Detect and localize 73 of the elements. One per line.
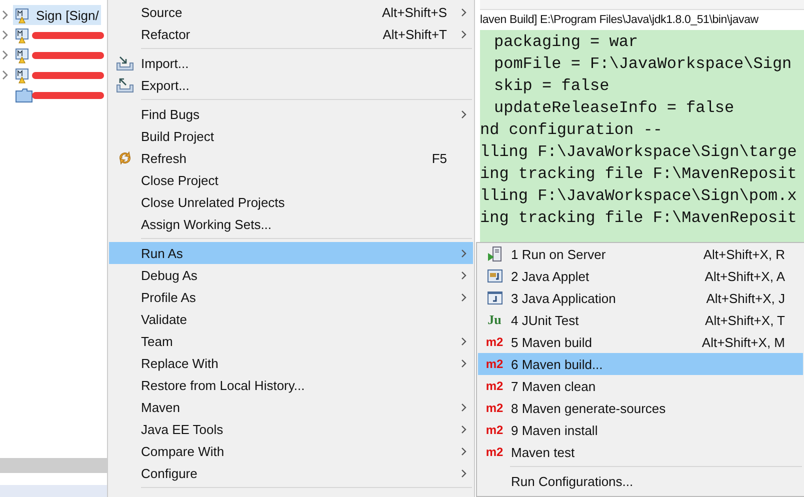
project-tree-item[interactable]: Sign [Sign/ <box>13 5 101 25</box>
refresh-icon <box>117 150 133 166</box>
menu-item[interactable]: Refresh F5 <box>109 147 473 169</box>
console-line: pomFile = F:\JavaWorkspace\Sign <box>493 54 793 75</box>
expand-chevron-icon[interactable] <box>0 50 10 60</box>
menu-item[interactable]: Source Alt+Shift+S <box>109 1 473 23</box>
submenu-chevron-icon <box>461 358 467 368</box>
submenu-chevron-icon <box>461 292 467 302</box>
menu-item[interactable]: Profile As <box>109 286 473 308</box>
import-icon <box>116 55 134 71</box>
menu-item[interactable]: Team <box>109 330 473 352</box>
menu-item[interactable]: Configure <box>109 462 473 484</box>
console-line: lling F:\JavaWorkspace\Sign\pom.x <box>480 186 798 207</box>
console-line: packaging = war <box>493 32 640 53</box>
server-icon <box>486 246 502 262</box>
menu-item[interactable]: m2 7 Maven clean <box>478 375 803 397</box>
junit-icon: Ju <box>488 314 502 326</box>
menu-item[interactable]: m2 6 Maven build... <box>478 353 803 375</box>
console-line: ing tracking file F:\MavenReposit <box>480 208 798 229</box>
menu-item[interactable]: 2 Java Applet Alt+Shift+X, A <box>478 265 803 287</box>
menu-item[interactable]: 1 Run on Server Alt+Shift+X, R <box>478 243 803 265</box>
menu-item[interactable]: Import... <box>109 52 473 74</box>
menu-item[interactable]: m2 9 Maven install <box>478 419 803 441</box>
menu-item[interactable]: Java EE Tools <box>109 418 473 440</box>
console-line: ing tracking file F:\MavenReposit <box>480 164 798 185</box>
submenu-chevron-icon <box>461 8 467 16</box>
export-icon <box>116 77 134 93</box>
menu-item[interactable]: Find Bugs <box>109 103 473 125</box>
menu-item[interactable]: Run As <box>109 242 473 264</box>
menu-item[interactable]: Close Unrelated Projects <box>109 191 473 213</box>
console-line: updateReleaseInfo = false <box>493 98 736 119</box>
submenu-chevron-icon <box>461 110 467 118</box>
menu-item[interactable]: Maven <box>109 396 473 418</box>
maven-icon: m2 <box>486 424 504 436</box>
menu-item[interactable]: Refactor Alt+Shift+T <box>109 23 473 45</box>
menu-item[interactable]: Compare With <box>109 440 473 462</box>
submenu-chevron-icon <box>461 248 467 258</box>
menu-item[interactable]: Assign Working Sets... <box>109 213 473 235</box>
maven-icon: m2 <box>486 402 504 414</box>
menu-item[interactable]: Validate <box>109 308 473 330</box>
submenu-chevron-icon <box>461 270 467 280</box>
menu-item[interactable]: m2 Maven test <box>478 441 803 463</box>
expand-chevron-icon[interactable] <box>0 30 10 40</box>
menu-item[interactable]: Restore from Local History... <box>109 374 473 396</box>
console-line: lling F:\JavaWorkspace\Sign\targe <box>480 142 798 163</box>
submenu-chevron-icon <box>461 30 467 38</box>
menu-item[interactable]: m2 8 Maven generate-sources <box>478 397 803 419</box>
menu-item[interactable]: Run Configurations... <box>478 470 803 492</box>
submenu-chevron-icon <box>461 446 467 456</box>
menu-item[interactable]: m2 5 Maven build Alt+Shift+X, M <box>478 331 803 353</box>
submenu-chevron-icon <box>461 336 467 346</box>
menu-item[interactable]: Close Project <box>109 169 473 191</box>
menu-item[interactable]: Debug As <box>109 264 473 286</box>
folder-icon <box>15 87 33 103</box>
application-window-icon <box>486 291 502 305</box>
console-line: skip = false <box>493 76 610 97</box>
maven-icon: m2 <box>486 358 504 370</box>
menu-item[interactable]: Export... <box>109 74 473 96</box>
menu-item[interactable]: Replace With <box>109 352 473 374</box>
expand-chevron-icon[interactable] <box>0 10 10 20</box>
submenu-chevron-icon <box>461 402 467 412</box>
maven-icon: m2 <box>486 446 504 458</box>
expand-chevron-icon[interactable] <box>0 70 10 80</box>
applet-icon <box>486 269 502 283</box>
console-line: nd configuration -- <box>480 120 664 141</box>
menu-item[interactable]: Build Project <box>109 125 473 147</box>
maven-icon: m2 <box>486 380 504 392</box>
submenu-chevron-icon <box>461 468 467 478</box>
menu-item[interactable]: Ju 4 JUnit Test Alt+Shift+X, T <box>478 309 803 331</box>
horizontal-scrollbar[interactable] <box>0 458 107 473</box>
menu-item[interactable]: 3 Java Application Alt+Shift+X, J <box>478 287 803 309</box>
maven-icon: m2 <box>486 336 504 348</box>
submenu-chevron-icon <box>461 424 467 434</box>
